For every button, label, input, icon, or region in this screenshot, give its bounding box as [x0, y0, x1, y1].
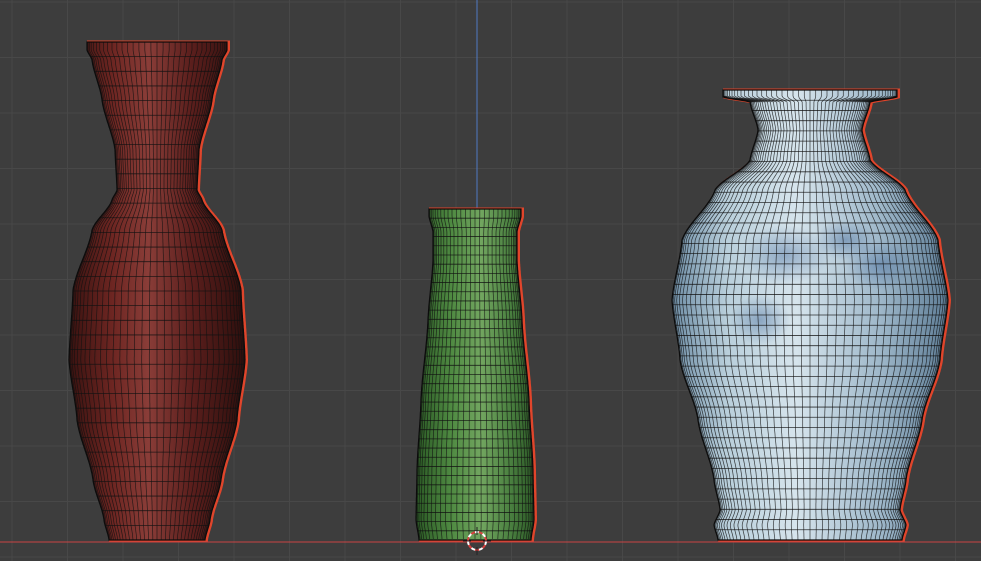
blue-white-vase-mesh[interactable]	[671, 88, 952, 542]
green-vase-mesh[interactable]	[415, 207, 537, 542]
3d-viewport[interactable]	[0, 0, 981, 561]
viewport-canvas[interactable]	[0, 0, 981, 561]
mesh-wireframe	[672, 90, 948, 540]
red-vase-mesh[interactable]	[68, 40, 248, 542]
